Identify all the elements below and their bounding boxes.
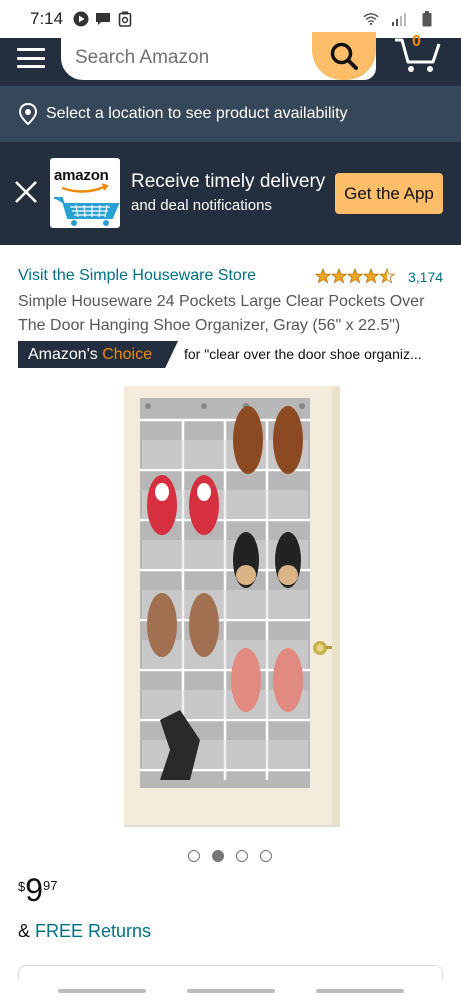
carousel-dot-1[interactable] [188,850,200,862]
play-icon [73,11,89,27]
get-app-button[interactable]: Get the App [335,173,443,214]
price-currency: $ [18,879,26,894]
battery-icon [419,11,435,27]
store-link[interactable]: Visit the Simple Houseware Store [18,267,256,285]
badge-query-text: for "clear over the door shoe organiz... [184,346,422,362]
location-pin-icon [18,103,38,125]
nav-back[interactable] [316,989,404,993]
nav-home[interactable] [187,989,275,993]
free-returns: & FREE Returns [18,921,151,942]
rating-stars[interactable] [315,268,395,284]
location-text: Select a location to see product availab… [46,105,348,122]
cart-button[interactable]: 0 [393,33,441,74]
price: $ 9 97 [18,872,58,908]
amazon-app-logo: amazon [50,158,120,228]
amazons-choice-badge: Amazon's Choice [18,341,178,368]
returns-prefix: & [18,921,36,941]
rating-count-link[interactable]: 3,174 [408,269,443,285]
status-time: 7:14 [30,9,64,28]
close-icon[interactable] [12,178,40,206]
location-bar[interactable]: Select a location to see product availab… [0,86,461,142]
search-icon [330,42,358,70]
price-fraction: 97 [43,878,58,893]
badge-part2: Choice [102,345,153,363]
carousel-dot-2[interactable] [212,850,224,862]
product-title: Simple Houseware 24 Pockets Large Clear … [18,293,425,334]
system-nav-bar [0,980,461,1000]
wifi-icon [363,11,379,27]
banner-title: Receive timely delivery [131,171,326,192]
chat-icon [95,11,111,27]
status-bar: 7:14 [0,0,461,38]
signal-icon [391,11,407,27]
carousel-dot-3[interactable] [236,850,248,862]
badge-part1: Amazon's [28,345,98,363]
nav-recents[interactable] [58,989,146,993]
top-header: 0 [0,32,461,86]
cart-logo-icon [54,183,120,226]
clipboard-icon [117,11,133,27]
hamburger-menu-icon[interactable] [17,46,45,70]
product-image[interactable] [120,380,350,832]
price-whole: 9 [25,872,44,908]
search-button[interactable] [312,32,376,80]
search-input[interactable] [61,47,301,69]
banner-subtitle: and deal notifications [131,197,272,214]
carousel-dot-4[interactable] [260,850,272,862]
search-bar [61,32,376,80]
free-returns-link[interactable]: FREE Returns [35,921,151,941]
app-banner: amazon Receive timely delivery and deal … [0,142,461,245]
cart-count: 0 [412,33,421,50]
image-carousel-dots [188,850,272,862]
